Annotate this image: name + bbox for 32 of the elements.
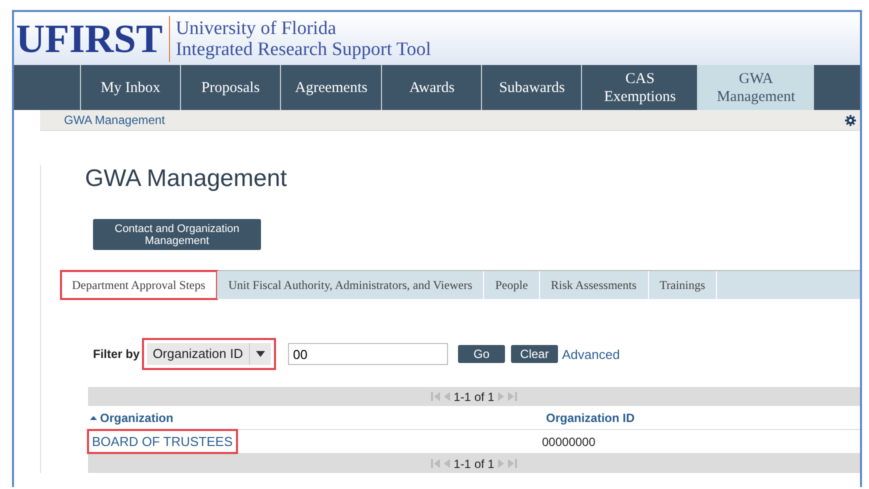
tab[interactable]: Department Approval Steps (61, 271, 218, 299)
sort-ascending-icon (90, 416, 97, 420)
column-header[interactable]: Organization (88, 410, 540, 426)
filter-input[interactable]: 00 (288, 343, 448, 365)
table-cell: 00000000 (542, 434, 596, 448)
last-page-icon[interactable] (508, 392, 518, 401)
go-button[interactable]: Go (458, 345, 506, 363)
logo[interactable]: UFIRST (14, 16, 170, 62)
column-header[interactable]: Organization ID (540, 410, 641, 426)
page-title: GWA Management (85, 165, 288, 193)
next-page-icon[interactable] (498, 459, 504, 468)
nav-tab[interactable]: GWA Management (698, 65, 814, 110)
settings-icon[interactable] (845, 114, 856, 126)
tab[interactable]: Unit Fiscal Authority, Administrators, and Viewers (217, 271, 484, 299)
previous-page-icon[interactable] (444, 392, 450, 401)
dropdown-arrow-icon (256, 351, 266, 357)
breadcrumb-link[interactable]: GWA Management (64, 113, 165, 127)
page-count: 1-1 of 1 (454, 456, 494, 470)
clear-button[interactable]: Clear (511, 345, 558, 363)
site-title: University of Florida (176, 18, 338, 38)
page-count: 1-1 of 1 (454, 390, 494, 404)
next-page-icon[interactable] (498, 392, 504, 401)
site-title: Integrated Research Support Tool (176, 38, 431, 60)
advanced-link[interactable]: Advanced (562, 346, 620, 362)
first-page-icon[interactable] (430, 459, 440, 468)
contact-management-button[interactable]: Contact and Organization Management (93, 219, 261, 250)
first-page-icon[interactable] (430, 392, 440, 401)
filter-label: Filter by (93, 347, 140, 361)
last-page-icon[interactable] (508, 459, 518, 468)
organization-link[interactable]: BOARD OF TRUSTEES (90, 432, 235, 451)
filter-dropdown[interactable]: Organization ID (142, 338, 276, 370)
previous-page-icon[interactable] (444, 459, 450, 468)
